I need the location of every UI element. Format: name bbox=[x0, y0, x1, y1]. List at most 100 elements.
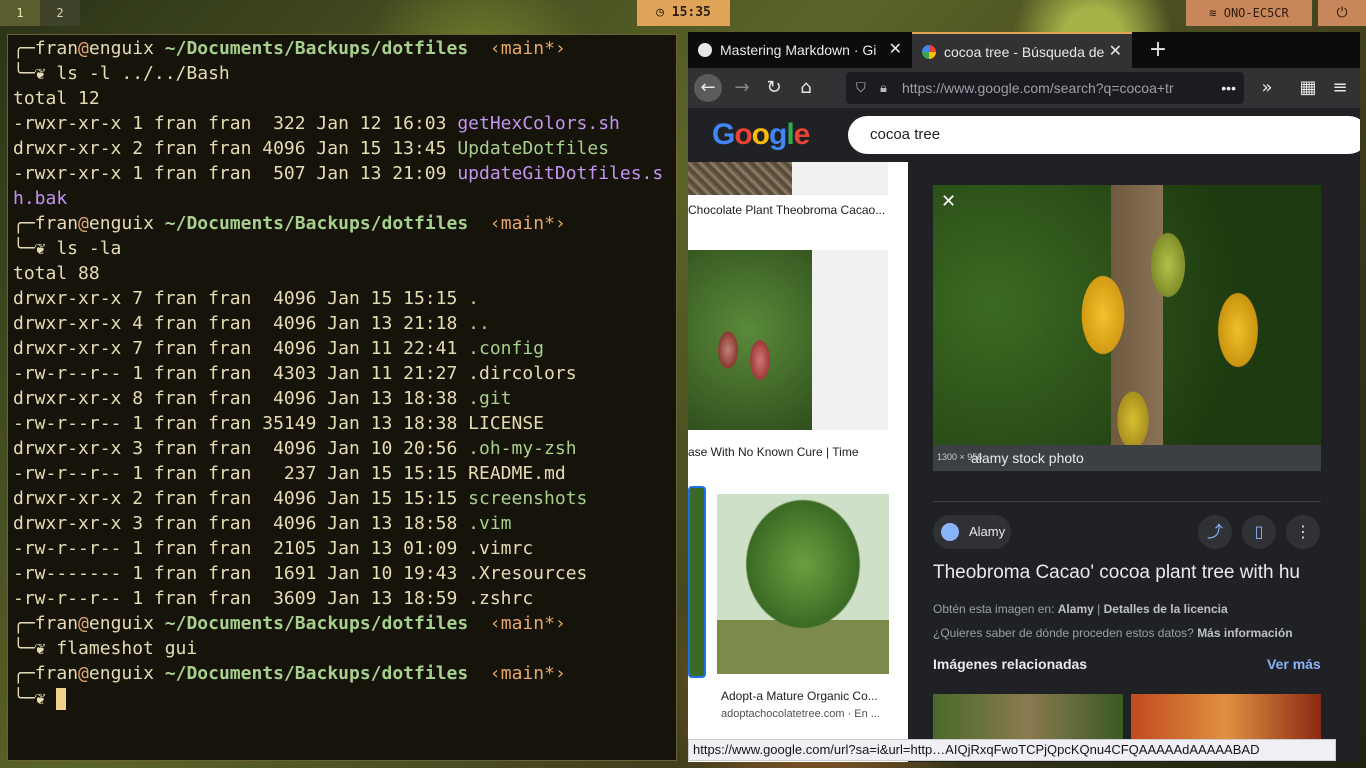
clock-icon: ◷ bbox=[656, 5, 664, 20]
url-bar[interactable]: ⛉ 🔒︎ https://www.google.com/search?q=coc… bbox=[846, 72, 1244, 104]
tab-cocoa-tree[interactable]: cocoa tree - Búsqueda de ✕ bbox=[912, 32, 1132, 68]
data-source-line: ¿Quieres saber de dónde proceden estos d… bbox=[933, 626, 1293, 640]
terminal-window[interactable]: ╭─fran@enguix ~/Documents/Backups/dotfil… bbox=[7, 34, 677, 761]
ls-total: total 12 bbox=[13, 88, 100, 109]
ls-entry-wrap: h.bak bbox=[13, 188, 68, 209]
share-icon[interactable]: ⤴ bbox=[1198, 515, 1232, 549]
google-favicon-icon bbox=[922, 45, 936, 59]
home-button[interactable]: ⌂ bbox=[792, 74, 820, 102]
close-tab-icon[interactable]: ✕ bbox=[1109, 34, 1122, 70]
power-icon[interactable]: ⏻ bbox=[1318, 0, 1366, 26]
clock-widget: ◷ 15:35 bbox=[637, 0, 730, 26]
reload-button[interactable]: ↻ bbox=[760, 74, 788, 102]
ls-entry: drwxr-xr-x 2 fran fran 4096 Jan 15 13:45… bbox=[13, 138, 610, 159]
preview-image[interactable]: ✕ bbox=[933, 185, 1321, 445]
logo-letter: o bbox=[734, 118, 752, 151]
image-size: 1300 × 956 bbox=[937, 452, 983, 462]
menu-icon[interactable]: ≡ bbox=[1326, 74, 1354, 102]
clock-time: 15:35 bbox=[671, 5, 711, 20]
ls-entry: drwxr-xr-x 3 fran fran 4096 Jan 13 18:58… bbox=[13, 513, 512, 534]
forward-button[interactable]: → bbox=[728, 74, 756, 102]
data-question: ¿Quieres saber de dónde proceden estos d… bbox=[933, 626, 1194, 640]
result-image[interactable] bbox=[688, 250, 812, 430]
network-widget[interactable]: ≋ ONO-EC5CR bbox=[1186, 0, 1312, 26]
result-image[interactable] bbox=[812, 250, 888, 430]
more-info-link[interactable]: Más información bbox=[1197, 626, 1292, 640]
result-image[interactable] bbox=[792, 162, 888, 195]
lock-icon[interactable]: 🔒︎ bbox=[880, 72, 887, 104]
license-prefix: Obtén esta imagen en: bbox=[933, 602, 1055, 616]
url-path: /search?q=cocoa+tr bbox=[1049, 80, 1174, 96]
command-line: ╰─❦ ls -l ../../Bash bbox=[13, 63, 230, 84]
logo-letter: e bbox=[793, 118, 811, 151]
result-title[interactable]: ase With No Known Cure | Time bbox=[688, 445, 859, 459]
search-input[interactable]: cocoa tree bbox=[848, 116, 1360, 154]
nav-bar: ← → ↻ ⌂ ⛉ 🔒︎ https://www.google.com/sear… bbox=[688, 68, 1360, 108]
shield-icon[interactable]: ⛉ bbox=[856, 72, 866, 104]
result-image[interactable] bbox=[717, 494, 889, 674]
url-host: https://www.google.com bbox=[902, 80, 1050, 96]
ls-entry: -rw-r--r-- 1 fran fran 4303 Jan 11 21:27… bbox=[13, 363, 577, 384]
google-logo[interactable]: Google bbox=[712, 118, 811, 152]
workspace-2-button[interactable]: 2 bbox=[40, 0, 80, 26]
bookmark-icon[interactable]: ▯ bbox=[1242, 515, 1276, 549]
result-source[interactable]: adoptachocolatetree.com · En ... bbox=[721, 708, 880, 720]
logo-letter: g bbox=[769, 118, 787, 151]
ls-entry: drwxr-xr-x 7 fran fran 4096 Jan 15 15:15… bbox=[13, 288, 479, 309]
ls-entry: drwxr-xr-x 7 fran fran 4096 Jan 11 22:41… bbox=[13, 338, 545, 359]
image-source-label: alamy stock photo bbox=[971, 450, 1084, 466]
ls-entry: -rwxr-xr-x 1 fran fran 322 Jan 12 16:03 … bbox=[13, 113, 620, 134]
result-image-selected[interactable] bbox=[688, 486, 706, 678]
related-images-heading: Imágenes relacionadas bbox=[933, 656, 1088, 672]
top-bar: 1 2 ◷ 15:35 ≋ ONO-EC5CR ⏻ bbox=[0, 0, 1366, 26]
tab-mastering-markdown[interactable]: Mastering Markdown · Gi ✕ bbox=[688, 32, 912, 68]
see-more-link[interactable]: Ver más bbox=[1267, 656, 1321, 672]
license-site-link[interactable]: Alamy bbox=[1058, 602, 1094, 616]
page-actions-button[interactable]: ••• bbox=[1215, 72, 1236, 104]
logo-letter: G bbox=[712, 118, 735, 151]
close-icon[interactable]: ✕ bbox=[941, 191, 956, 212]
command-line: ╰─❦ flameshot gui bbox=[13, 638, 198, 659]
image-results: Chocolate Plant Theobroma Cacao... ase W… bbox=[688, 162, 908, 762]
close-tab-icon[interactable]: ✕ bbox=[889, 32, 902, 68]
ls-entry: -rw-r--r-- 1 fran fran 35149 Jan 13 18:3… bbox=[13, 413, 545, 434]
prompt-line: ╭─fran@enguix ~/Documents/Backups/dotfil… bbox=[13, 613, 566, 634]
logo-letter: o bbox=[751, 118, 770, 151]
license-details-link[interactable]: Detalles de la licencia bbox=[1104, 602, 1228, 616]
divider bbox=[933, 501, 1321, 502]
license-line: Obtén esta imagen en: Alamy | Detalles d… bbox=[933, 602, 1228, 616]
ls-entry: -rw-r--r-- 1 fran fran 237 Jan 15 15:15 … bbox=[13, 463, 566, 484]
new-tab-button[interactable]: + bbox=[1144, 32, 1172, 68]
source-chip[interactable]: Alamy bbox=[933, 515, 1011, 549]
prompt-line: ╭─fran@enguix ~/Documents/Backups/dotfil… bbox=[13, 663, 566, 684]
browser-window: Mastering Markdown · Gi ✕ cocoa tree - B… bbox=[688, 32, 1360, 762]
ls-entry: drwxr-xr-x 3 fran fran 4096 Jan 10 20:56… bbox=[13, 438, 577, 459]
extensions-icon[interactable]: ▦ bbox=[1294, 74, 1322, 102]
more-options-icon[interactable]: ⋮ bbox=[1286, 515, 1320, 549]
prompt-line: ╭─fran@enguix ~/Documents/Backups/dotfil… bbox=[13, 38, 566, 59]
license-separator: | bbox=[1097, 602, 1101, 616]
ls-entry: drwxr-xr-x 8 fran fran 4096 Jan 13 18:38… bbox=[13, 388, 512, 409]
prompt-line: ╭─fran@enguix ~/Documents/Backups/dotfil… bbox=[13, 213, 566, 234]
link-status-bar: https://www.google.com/url?sa=i&url=http… bbox=[688, 739, 1336, 761]
back-button[interactable]: ← bbox=[694, 74, 722, 102]
ls-entry: drwxr-xr-x 4 fran fran 4096 Jan 13 21:18… bbox=[13, 313, 490, 334]
ls-entry: -rw-r--r-- 1 fran fran 2105 Jan 13 01:09… bbox=[13, 538, 534, 559]
logo-letter: l bbox=[786, 118, 794, 151]
result-image[interactable] bbox=[688, 162, 792, 195]
ls-entry: -rw------- 1 fran fran 1691 Jan 10 19:43… bbox=[13, 563, 588, 584]
tab-label: cocoa tree - Búsqueda de bbox=[944, 44, 1105, 60]
github-icon bbox=[698, 43, 712, 57]
tab-label: Mastering Markdown · Gi bbox=[720, 42, 877, 58]
wifi-icon: ≋ bbox=[1209, 6, 1217, 20]
google-header: Google cocoa tree bbox=[688, 108, 1360, 162]
workspace-1-button[interactable]: 1 bbox=[0, 0, 40, 26]
tab-bar: Mastering Markdown · Gi ✕ cocoa tree - B… bbox=[688, 32, 1360, 68]
result-title[interactable]: Adopt-a Mature Organic Co... bbox=[721, 689, 878, 703]
image-caption: 1300 × 956 alamy stock photo bbox=[933, 445, 1321, 471]
result-title[interactable]: Chocolate Plant Theobroma Cacao... bbox=[688, 203, 885, 217]
preview-title[interactable]: Theobroma Cacao' cocoa plant tree with h… bbox=[933, 562, 1333, 584]
ls-entry: -rw-r--r-- 1 fran fran 3609 Jan 13 18:59… bbox=[13, 588, 534, 609]
ls-total: total 88 bbox=[13, 263, 100, 284]
overflow-chevron-icon[interactable]: » bbox=[1253, 74, 1281, 102]
